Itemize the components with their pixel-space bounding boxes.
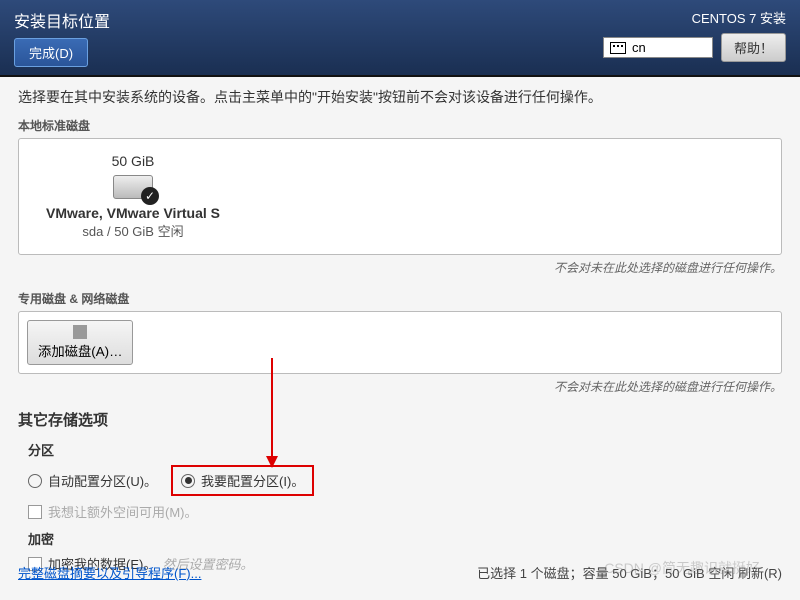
instruction-text: 选择要在其中安装系统的设备。点击主菜单中的"开始安装"按钮前不会对该设备进行任何… bbox=[18, 87, 782, 107]
checkbox-icon bbox=[28, 505, 42, 519]
special-disks-label: 专用磁盘 & 网络磁盘 bbox=[18, 290, 782, 307]
disk-size: 50 GiB bbox=[112, 153, 155, 169]
radio-manual-label: 我要配置分区(I)。 bbox=[201, 471, 304, 490]
keyboard-icon bbox=[610, 42, 626, 54]
radio-auto-partition[interactable]: 自动配置分区(U)。 bbox=[28, 471, 157, 490]
add-disk-button[interactable]: 添加磁盘(A)… bbox=[27, 320, 133, 365]
keyboard-layout-selector[interactable]: cn bbox=[603, 37, 713, 58]
help-button[interactable]: 帮助！ bbox=[721, 33, 786, 62]
radio-icon bbox=[181, 474, 195, 488]
install-title: CENTOS 7 安装 bbox=[692, 8, 786, 27]
footer-status: 已选择 1 个磁盘；容量 50 GiB；50 GiB 空闲 刷新(R) bbox=[477, 563, 782, 582]
done-button[interactable]: 完成(D) bbox=[14, 38, 88, 67]
disk-name: VMware, VMware Virtual S bbox=[46, 205, 220, 221]
header: 安装目标位置 完成(D) CENTOS 7 安装 cn 帮助！ bbox=[0, 0, 800, 77]
partition-label: 分区 bbox=[28, 440, 782, 459]
check-icon: ✓ bbox=[141, 187, 159, 205]
extra-space-label: 我想让额外空间可用(M)。 bbox=[48, 502, 198, 521]
disk-note: 不会对未在此处选择的磁盘进行任何操作。 bbox=[18, 259, 782, 276]
radio-icon bbox=[28, 474, 42, 488]
highlight-annotation: 我要配置分区(I)。 bbox=[171, 465, 314, 496]
disk-info: sda / 50 GiB 空闲 bbox=[82, 221, 183, 240]
disk-summary-link[interactable]: 完整磁盘摘要以及引导程序(F)... bbox=[18, 563, 201, 582]
disk-note-2: 不会对未在此处选择的磁盘进行任何操作。 bbox=[18, 378, 782, 395]
storage-options-title: 其它存储选项 bbox=[18, 409, 782, 430]
encrypt-label: 加密 bbox=[28, 529, 782, 548]
radio-auto-label: 自动配置分区(U)。 bbox=[48, 471, 157, 490]
radio-manual-partition[interactable]: 我要配置分区(I)。 bbox=[181, 471, 304, 490]
keyboard-layout-label: cn bbox=[632, 40, 646, 55]
page-title: 安装目标位置 bbox=[14, 8, 110, 32]
checkbox-extra-space: 我想让额外空间可用(M)。 bbox=[28, 502, 782, 521]
special-disks-panel: 添加磁盘(A)… bbox=[18, 311, 782, 374]
local-disks-panel: 50 GiB ✓ VMware, VMware Virtual S sda / … bbox=[18, 138, 782, 255]
disk-item[interactable]: 50 GiB ✓ VMware, VMware Virtual S sda / … bbox=[33, 153, 233, 240]
add-disk-label: 添加磁盘(A)… bbox=[38, 341, 122, 360]
local-disks-label: 本地标准磁盘 bbox=[18, 117, 782, 134]
disk-add-icon bbox=[73, 325, 87, 339]
content: 选择要在其中安装系统的设备。点击主菜单中的"开始安装"按钮前不会对该设备进行任何… bbox=[0, 77, 800, 591]
